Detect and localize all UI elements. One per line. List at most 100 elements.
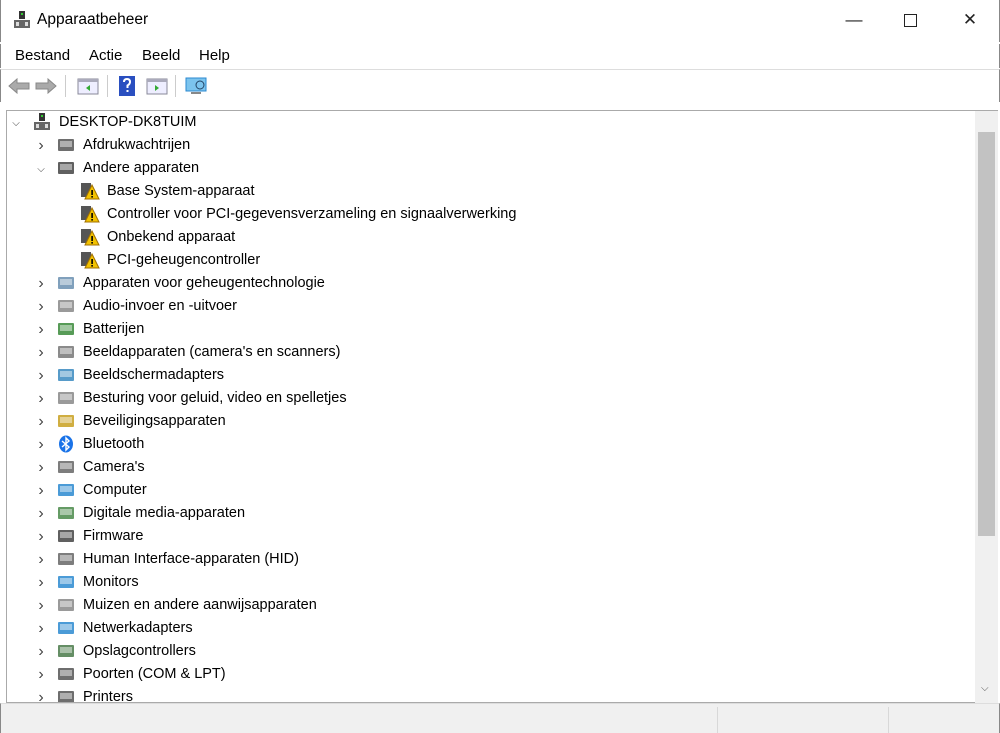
menu-beeld[interactable]: Beeld xyxy=(142,44,180,68)
chevron-right-icon[interactable]: › xyxy=(35,344,47,361)
menu-help[interactable]: Help xyxy=(199,44,230,68)
chevron-right-icon[interactable]: › xyxy=(35,482,47,499)
chevron-right-icon[interactable]: › xyxy=(35,574,47,591)
tree-item[interactable]: › Opslagcontrollers xyxy=(7,640,967,663)
network-adapter-icon xyxy=(56,619,76,637)
tree-item-label: PCI-geheugencontroller xyxy=(107,252,261,268)
sound-icon xyxy=(56,389,76,407)
warning-device-icon xyxy=(80,205,100,223)
tree-item-label: Printers xyxy=(83,689,133,703)
tree-item[interactable]: › Besturing voor geluid, video en spellet… xyxy=(7,387,967,410)
scan-hardware-button[interactable] xyxy=(185,74,209,98)
chevron-right-icon[interactable]: › xyxy=(35,321,47,338)
chevron-right-icon[interactable]: › xyxy=(35,390,47,407)
tree-item[interactable]: › Beeldapparaten (camera's en scanners) xyxy=(7,341,967,364)
scroll-down-icon[interactable]: ⌵ xyxy=(981,683,989,694)
chevron-right-icon[interactable]: › xyxy=(35,528,47,545)
tree-item-label: Monitors xyxy=(83,574,139,590)
memory-device-icon xyxy=(56,274,76,292)
tree-item[interactable]: › Human Interface-apparaten (HID) xyxy=(7,548,967,571)
tree-item-label: Camera's xyxy=(83,459,145,475)
minimize-button[interactable]: — xyxy=(831,0,877,40)
tree-item[interactable]: ⌵ Andere apparaten xyxy=(7,157,967,180)
tree-item[interactable]: › Apparaten voor geheugentechnologie xyxy=(7,272,967,295)
menu-actie[interactable]: Actie xyxy=(89,44,122,68)
chevron-right-icon[interactable]: › xyxy=(35,275,47,292)
chevron-right-icon[interactable]: › xyxy=(35,666,47,683)
minimize-icon: — xyxy=(845,10,863,29)
tree-item-label: Firmware xyxy=(83,528,144,544)
tree-item-label: Computer xyxy=(83,482,147,498)
chevron-right-icon[interactable]: › xyxy=(35,459,47,476)
chevron-right-icon[interactable]: › xyxy=(35,689,47,702)
scrollbar-thumb[interactable] xyxy=(978,132,995,536)
chevron-down-icon[interactable]: ⌵ xyxy=(10,117,22,129)
toolbar-separator xyxy=(107,75,108,97)
printer-queue-icon xyxy=(56,136,76,154)
monitor-icon xyxy=(56,573,76,591)
tree-item-label: Bluetooth xyxy=(83,436,145,452)
warning-device-icon xyxy=(80,251,100,269)
tree-item[interactable]: › Afdrukwachtrijen xyxy=(7,134,967,157)
tree-item[interactable]: ⌵ DESKTOP-DK8TUIM xyxy=(7,111,967,134)
chevron-down-icon[interactable]: ⌵ xyxy=(35,163,47,175)
tree-item[interactable]: › Muizen en andere aanwijsapparaten xyxy=(7,594,967,617)
vertical-scrollbar[interactable]: ⌵ xyxy=(975,110,998,703)
tree-item[interactable]: › Printers xyxy=(7,686,967,703)
tree-item[interactable]: › Netwerkadapters xyxy=(7,617,967,640)
console-tree-icon xyxy=(77,78,99,95)
tree-item[interactable]: › Digitale media-apparaten xyxy=(7,502,967,525)
mouse-icon xyxy=(56,596,76,614)
action-pane-button[interactable] xyxy=(145,74,169,98)
port-icon xyxy=(56,665,76,683)
chevron-right-icon[interactable]: › xyxy=(35,597,47,614)
bluetooth-icon xyxy=(56,435,76,453)
forward-arrow-icon xyxy=(35,78,57,94)
chevron-right-icon[interactable]: › xyxy=(35,137,47,154)
tree-item[interactable]: › Audio-invoer en -uitvoer xyxy=(7,295,967,318)
tree-item[interactable]: › Beveiligingsapparaten xyxy=(7,410,967,433)
chevron-right-icon[interactable]: › xyxy=(35,298,47,315)
tree-item[interactable]: › Beeldschermadapters xyxy=(7,364,967,387)
tree-item[interactable]: › Monitors xyxy=(7,571,967,594)
chevron-right-icon[interactable]: › xyxy=(35,367,47,384)
maximize-button[interactable] xyxy=(887,0,933,40)
computer-icon xyxy=(56,481,76,499)
tree-item-label: Besturing voor geluid, video en spelletj… xyxy=(83,390,347,406)
tree-item-label: Base System-apparaat xyxy=(107,183,255,199)
tree-item-label: Audio-invoer en -uitvoer xyxy=(83,298,237,314)
tree-item[interactable]: Onbekend apparaat xyxy=(7,226,967,249)
help-icon xyxy=(119,76,135,96)
tree-item[interactable]: › Computer xyxy=(7,479,967,502)
device-manager-icon xyxy=(13,10,31,30)
window-title: Apparaatbeheer xyxy=(37,11,149,28)
menu-bestand[interactable]: Bestand xyxy=(15,44,70,68)
chevron-right-icon[interactable]: › xyxy=(35,505,47,522)
storage-controller-icon xyxy=(56,642,76,660)
tree-item[interactable]: › Batterijen xyxy=(7,318,967,341)
chevron-right-icon[interactable]: › xyxy=(35,413,47,430)
battery-icon xyxy=(56,320,76,338)
tree-item-label: Human Interface-apparaten (HID) xyxy=(83,551,299,567)
forward-button[interactable] xyxy=(34,74,58,98)
tree-item-label: DESKTOP-DK8TUIM xyxy=(59,114,197,130)
show-hide-console-tree-button[interactable] xyxy=(76,74,100,98)
tree-item[interactable]: Controller voor PCI-gegevensverzameling … xyxy=(7,203,967,226)
tree-item[interactable]: PCI-geheugencontroller xyxy=(7,249,967,272)
maximize-icon xyxy=(903,13,917,27)
warning-device-icon xyxy=(80,182,100,200)
tree-item[interactable]: Base System-apparaat xyxy=(7,180,967,203)
back-button[interactable] xyxy=(7,74,31,98)
chevron-right-icon[interactable]: › xyxy=(35,620,47,637)
tree-item[interactable]: › Poorten (COM & LPT) xyxy=(7,663,967,686)
chevron-right-icon[interactable]: › xyxy=(35,551,47,568)
tree-item-label: Apparaten voor geheugentechnologie xyxy=(83,275,325,291)
help-button[interactable] xyxy=(115,74,139,98)
tree-item[interactable]: › Firmware xyxy=(7,525,967,548)
tree-item[interactable]: › Camera's xyxy=(7,456,967,479)
tree-item[interactable]: › Bluetooth xyxy=(7,433,967,456)
chevron-right-icon[interactable]: › xyxy=(35,436,47,453)
chevron-right-icon[interactable]: › xyxy=(35,643,47,660)
printer-icon xyxy=(56,688,76,702)
close-button[interactable]: ✕ xyxy=(947,0,993,40)
